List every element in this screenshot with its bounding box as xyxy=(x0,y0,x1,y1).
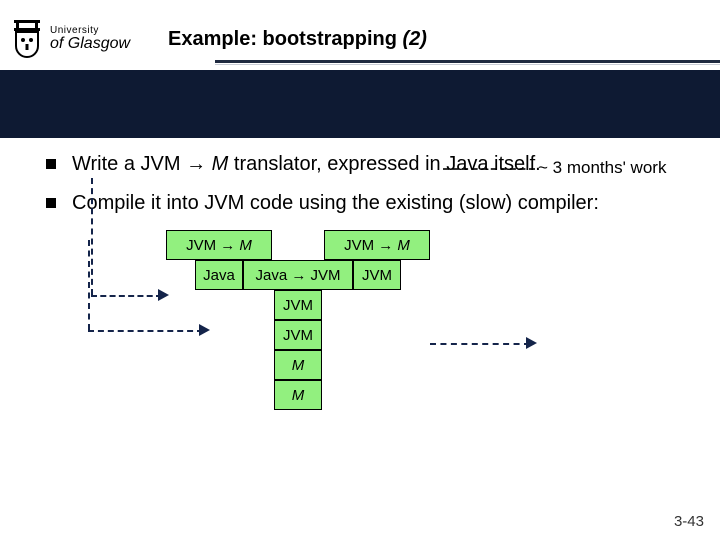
connector-line xyxy=(88,330,203,332)
bullet-list: Write a JVM → M translator, expressed in… xyxy=(46,152,690,216)
t-mid-left: Java xyxy=(195,260,243,290)
t-stem-1: JVM xyxy=(274,290,322,320)
t-top-right: JVM → M xyxy=(324,230,430,260)
slide-title: Example: bootstrapping (2) xyxy=(168,28,427,51)
slide-body: ~ 3 months' work Write a JVM → M transla… xyxy=(0,146,720,540)
t-stem-4: M xyxy=(274,380,322,410)
page-number: 3-43 xyxy=(674,513,704,530)
connector-line xyxy=(88,240,90,330)
bullet-item: Compile it into JVM code using the exist… xyxy=(46,191,690,216)
output-connector xyxy=(430,343,530,345)
crest-icon xyxy=(10,18,44,60)
connector-line xyxy=(91,295,162,297)
t-stem-3: M xyxy=(274,350,322,380)
arrowhead-icon xyxy=(199,324,210,336)
university-logo: University of Glasgow xyxy=(10,18,130,60)
t-mid-center: Java → JVM xyxy=(243,260,353,290)
arrowhead-icon xyxy=(158,289,169,301)
t-stem-2: JVM xyxy=(274,320,322,350)
arrowhead-icon xyxy=(526,337,537,349)
header-band xyxy=(0,70,720,138)
bullet-item: Write a JVM → M translator, expressed in… xyxy=(46,152,690,177)
connector-line xyxy=(91,178,93,295)
t-mid-right: JVM xyxy=(353,260,401,290)
logo-text: University of Glasgow xyxy=(50,26,130,52)
t-diagram: JVM → M JVM → M Java Java → JVM JVM JVM … xyxy=(166,230,586,460)
t-top-left: JVM → M xyxy=(166,230,272,260)
title-underline xyxy=(215,60,720,65)
logo-line-2: of Glasgow xyxy=(50,36,130,52)
